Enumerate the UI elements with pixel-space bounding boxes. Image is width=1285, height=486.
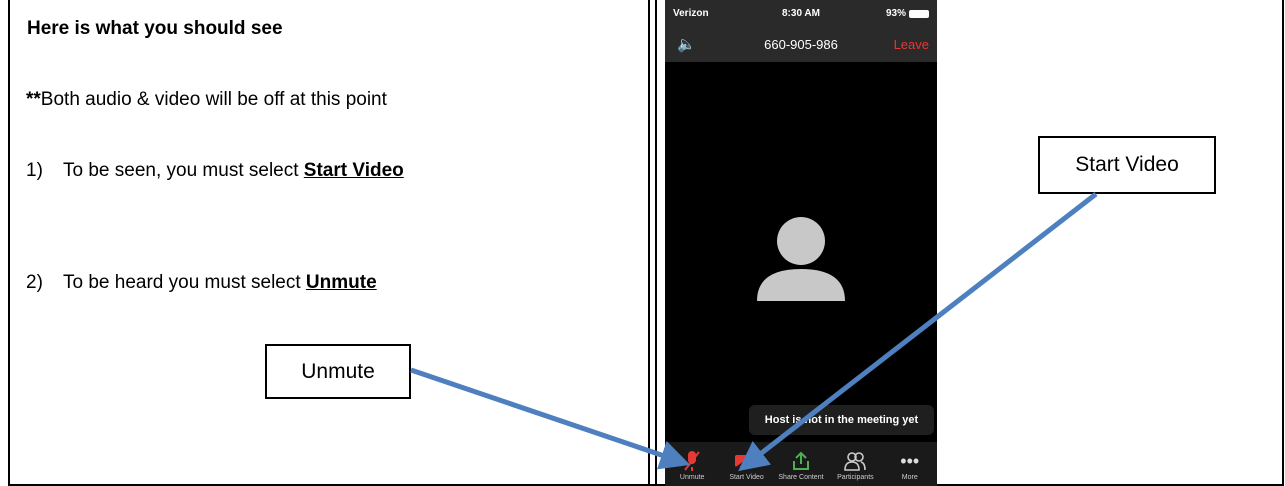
start-video-callout: Start Video [1038, 136, 1216, 194]
more-label: More [901, 474, 918, 481]
table-border-right [1282, 0, 1284, 486]
start-video-label: Start Video [729, 474, 764, 481]
meeting-top-bar: 🔈 660-905-986 Leave [665, 28, 937, 62]
step-1-link: Start Video [303, 160, 404, 181]
battery-percent: 93% [885, 8, 906, 19]
step-2-link: Unmute [305, 272, 377, 293]
table-border-left [8, 0, 10, 486]
share-content-button[interactable]: Share Content [774, 442, 828, 486]
battery-icon [909, 9, 929, 18]
participants-icon [843, 448, 867, 474]
more-button[interactable]: ••• More [883, 442, 937, 486]
participants-label: Participants [837, 474, 874, 481]
meeting-toolbar: Unmute Start Video Share Content Partici… [665, 442, 937, 486]
leave-button[interactable]: Leave [894, 37, 929, 52]
table-divider-2 [655, 0, 657, 486]
share-icon [791, 448, 811, 474]
unmute-button[interactable]: Unmute [665, 442, 719, 486]
instruction-table [8, 0, 1284, 486]
share-content-label: Share Content [778, 474, 824, 481]
phone-screenshot: Verizon 8:30 AM 93% 🔈 660-905-986 Leave … [665, 0, 937, 486]
step-1: 1) To be seen, you must select Start Vide… [26, 160, 404, 182]
table-divider-1 [648, 0, 650, 486]
step-1-text: To be seen, you must select [63, 160, 304, 181]
participants-button[interactable]: Participants [828, 442, 882, 486]
step-1-number: 1) [26, 160, 43, 181]
note-text: **Both audio & video will be off at this… [26, 89, 387, 111]
start-video-button[interactable]: Start Video [720, 442, 774, 486]
more-icon: ••• [900, 450, 920, 471]
video-off-icon [734, 448, 760, 474]
note-body: Both audio & video will be off at this p… [40, 89, 387, 110]
step-2-text: To be heard you must select [63, 272, 306, 293]
note-asterisks: ** [26, 89, 41, 110]
avatar-icon [757, 217, 845, 301]
step-2-number: 2) [26, 272, 43, 293]
battery-indicator: 93% [886, 8, 929, 19]
step-2: 2) To be heard you must select Unmute [26, 272, 377, 294]
status-bar: Verizon 8:30 AM 93% [665, 0, 937, 28]
unmute-label: Unmute [679, 474, 705, 481]
mic-muted-icon [684, 448, 700, 474]
page-heading: Here is what you should see [27, 18, 283, 39]
host-status-banner: Host is not in the meeting yet [749, 405, 934, 435]
unmute-callout: Unmute [265, 344, 411, 399]
